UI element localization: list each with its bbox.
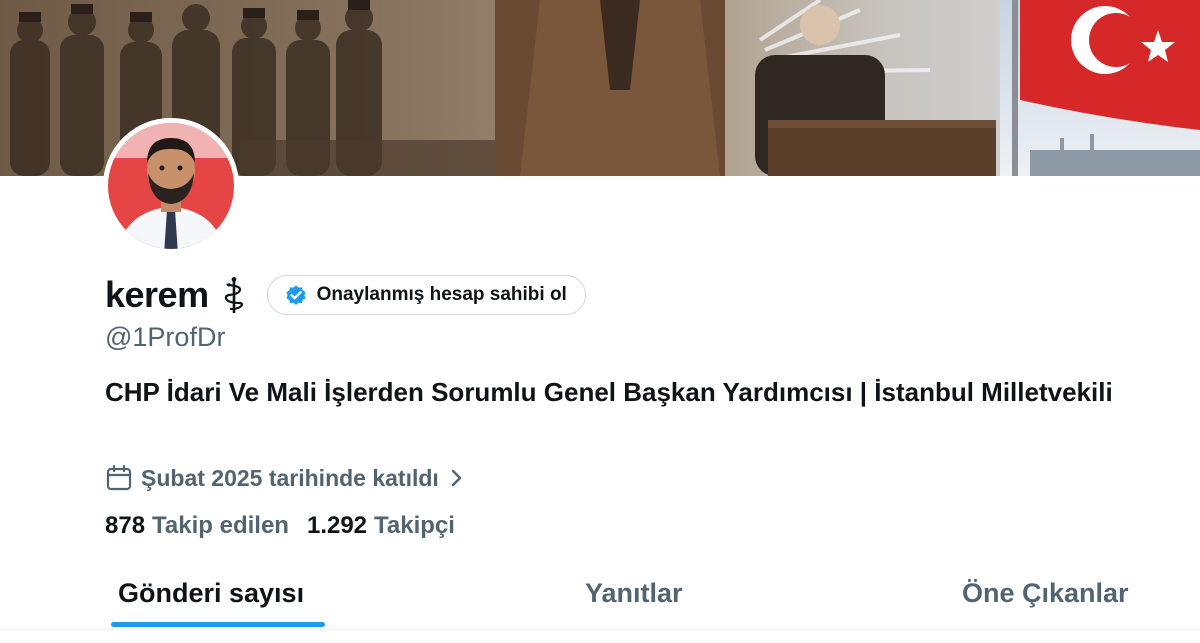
staff-of-aesculapius-icon <box>221 276 247 314</box>
get-verified-label: Onaylanmış hesap sahibi ol <box>316 284 567 305</box>
avatar-image <box>103 118 239 254</box>
tab-replies[interactable]: Yanıtlar <box>585 558 683 628</box>
avatar[interactable] <box>103 118 239 254</box>
joined-date-text: Şubat 2025 tarihinde katıldı <box>141 464 439 491</box>
follow-stats: 878 Takip edilen 1.292 Takipçi <box>105 512 473 540</box>
following-label: Takip edilen <box>152 512 289 539</box>
following-link[interactable]: 878 Takip edilen <box>105 512 289 540</box>
calendar-icon <box>105 464 133 492</box>
chevron-right-icon <box>447 467 467 489</box>
tab-highlights[interactable]: Öne Çıkanlar <box>962 558 1129 628</box>
active-tab-indicator <box>111 622 325 627</box>
followers-count: 1.292 <box>306 512 368 539</box>
profile-bio: CHP İdari Ve Mali İşlerden Sorumlu Genel… <box>105 377 1113 407</box>
profile-page: kerem Onaylanmış hesap sahibi ol @1ProfD… <box>0 0 1200 643</box>
display-name: kerem <box>105 274 209 315</box>
followers-link[interactable]: 1.292 Takipçi <box>307 512 455 540</box>
tab-posts[interactable]: Gönderi sayısı <box>118 558 304 628</box>
verified-badge-icon <box>284 283 308 307</box>
following-count: 878 <box>105 512 146 539</box>
followers-label: Takipçi <box>374 512 455 539</box>
joined-date-row[interactable]: Şubat 2025 tarihinde katıldı <box>105 460 467 496</box>
name-row: kerem Onaylanmış hesap sahibi ol <box>105 270 586 320</box>
get-verified-button[interactable]: Onaylanmış hesap sahibi ol <box>266 275 586 315</box>
profile-tabs: Gönderi sayısı Yanıtlar Öne Çıkanlar <box>0 558 1200 630</box>
profile-handle: @1ProfDr <box>105 322 226 352</box>
tabs-divider <box>0 629 1200 630</box>
